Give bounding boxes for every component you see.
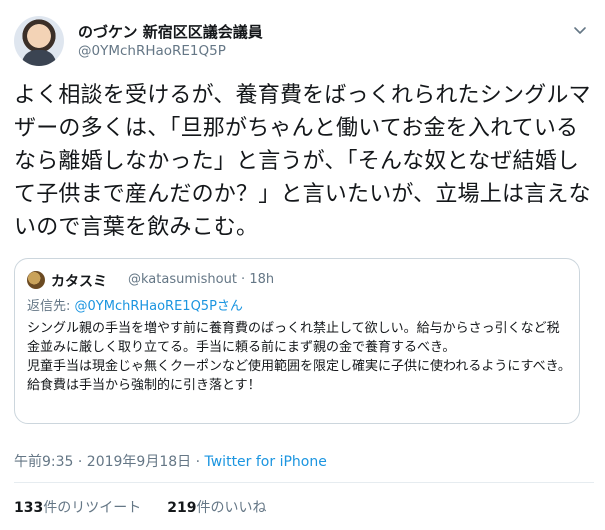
retweets-stat[interactable]: 133件のリツイート xyxy=(14,500,141,516)
source-link[interactable]: Twitter for iPhone xyxy=(205,454,327,470)
timestamp[interactable]: 午前9:35 · 2019年9月18日 · xyxy=(14,454,205,470)
quoted-author-handle: @katasumishout · 18h xyxy=(128,272,275,287)
likes-count: 219 xyxy=(167,500,197,516)
tweet-header: のづケン 新宿区区議会議員 @0YMchRHaoRE1Q5P xyxy=(14,14,594,74)
avatar-shirt xyxy=(22,50,56,66)
quoted-avatar xyxy=(27,271,45,289)
tweet-meta: 午前9:35 · 2019年9月18日 · Twitter for iPhone xyxy=(14,451,327,471)
likes-stat[interactable]: 219件のいいね xyxy=(167,500,266,516)
tweet-stats: 133件のリツイート 219件のいいね xyxy=(14,497,266,517)
quoted-text-paragraph-1: シングル親の手当を増やす前に養育費のばっくれ禁止して欲しい。給与からさっ引くなど… xyxy=(27,321,560,355)
reply-prefix: 返信先: xyxy=(27,299,75,314)
likes-label: 件のいいね xyxy=(196,500,267,516)
quoted-tweet[interactable]: カタスミ @katasumishout · 18h 返信先: @0YMchRHa… xyxy=(14,258,580,424)
avatar[interactable] xyxy=(14,16,64,66)
chevron-down-icon[interactable] xyxy=(572,22,588,38)
retweets-count: 133 xyxy=(14,500,44,516)
quoted-text: シングル親の手当を増やす前に養育費のばっくれ禁止して欲しい。給与からさっ引くなど… xyxy=(27,319,571,395)
reply-context: 返信先: @0YMchRHaoRE1Q5Pさん xyxy=(27,295,243,314)
retweets-label: 件のリツイート xyxy=(43,500,142,516)
tweet-text: よく相談を受けるが、養育費をばっくれられたシングルマザーの多くは、「旦那がちゃん… xyxy=(14,83,591,240)
quoted-text-paragraph-2: 児童手当は現金じゃ無くクーポンなど使用範囲を限定し確実に子供に使われるようにすべ… xyxy=(27,359,571,393)
reply-mention[interactable]: @0YMchRHaoRE1Q5Pさん xyxy=(75,299,243,314)
divider xyxy=(14,482,594,483)
quoted-author-name: カタスミ xyxy=(51,274,107,290)
author-handle[interactable]: @0YMchRHaoRE1Q5P xyxy=(78,43,226,59)
author-name[interactable]: のづケン 新宿区区議会議員 xyxy=(78,21,263,42)
